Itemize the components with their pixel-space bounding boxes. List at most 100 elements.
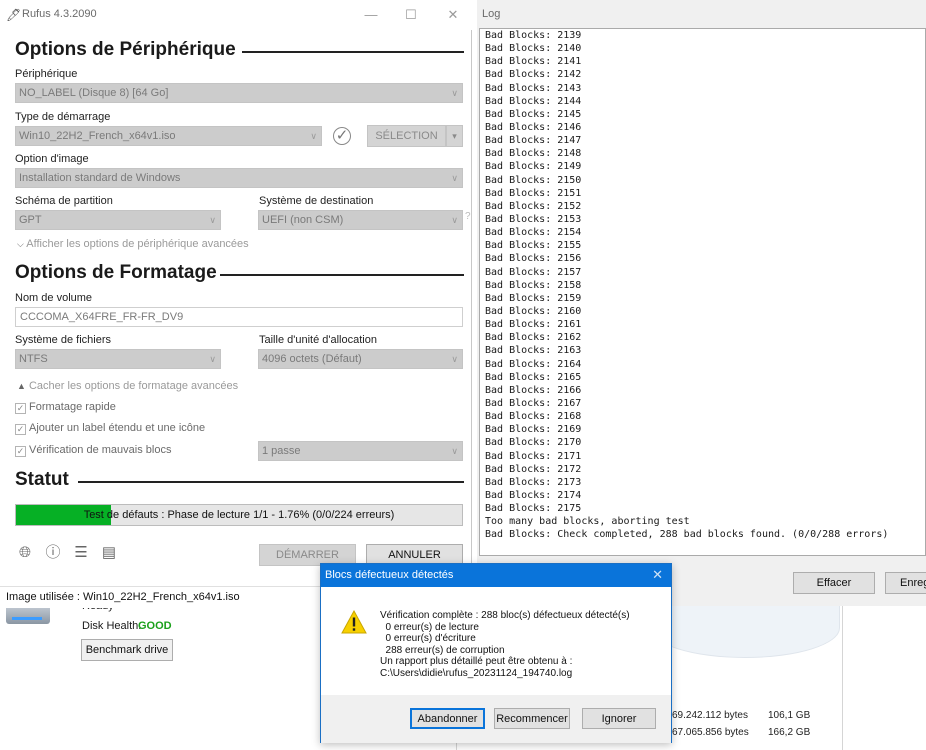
- target-system-select[interactable]: UEFI (non CSM) ∨: [258, 210, 463, 230]
- dialog-titlebar: Blocs défectueux détectés ✕: [321, 564, 671, 587]
- usb-key-icon: 🖊: [6, 8, 22, 22]
- passes-select[interactable]: 1 passe ∨: [258, 441, 463, 461]
- quick-format-label: Formatage rapide: [29, 401, 116, 413]
- boot-type-label: Type de démarrage: [15, 111, 111, 123]
- status-bar-text: Image utilisée : Win10_22H2_French_x64v1…: [6, 591, 240, 603]
- advanced-device-toggle[interactable]: ⌵ Afficher les options de périphérique a…: [17, 238, 249, 250]
- partition-scheme-label: Schéma de partition: [15, 195, 113, 207]
- log-textarea[interactable]: Bad Blocks: 2139 Bad Blocks: 2140 Bad Bloc…: [479, 28, 926, 556]
- log-line: Bad Blocks: 2147: [485, 135, 582, 147]
- log-line: Bad Blocks: Check completed, 288 bad blo…: [485, 529, 889, 541]
- dialog-message: Vérification complète : 288 bloc(s) défe…: [380, 610, 630, 679]
- extended-label-label: Ajouter un label étendu et une icône: [29, 422, 206, 434]
- panel-divider: [842, 590, 843, 750]
- log-line: Bad Blocks: 2143: [485, 82, 582, 94]
- partition-scheme-value: GPT: [19, 214, 42, 226]
- log-window: Log Bad Blocks: 2139 Bad Blocks: 2140 Bad …: [477, 0, 926, 606]
- size-value: 166,2 GB: [768, 727, 811, 738]
- log-line: Bad Blocks: 2173: [485, 476, 582, 488]
- boot-type-value: Win10_22H2_French_x64v1.iso: [19, 130, 176, 142]
- log-line: Bad Blocks: 2156: [485, 253, 582, 265]
- log-line: Bad Blocks: 2159: [485, 292, 582, 304]
- bad-blocks-dialog: Blocs défectueux détectés ✕ Vérification…: [320, 563, 672, 743]
- window-title: Rufus 4.3.2090: [22, 8, 97, 20]
- chevron-down-icon: ∨: [310, 131, 317, 141]
- log-line: Bad Blocks: 2174: [485, 489, 582, 501]
- select-dropdown-button[interactable]: ▾: [446, 125, 463, 147]
- device-select-value: NO_LABEL (Disque 8) [64 Go]: [19, 87, 169, 99]
- checkbox-check-icon: ✓: [15, 446, 26, 457]
- log-icon[interactable]: ▤: [100, 544, 118, 562]
- advanced-device-toggle-label: Afficher les options de périphérique ava…: [26, 238, 249, 250]
- bad-blocks-checkbox[interactable]: ✓ Vérification de mauvais blocs: [15, 444, 171, 457]
- chevron-down-icon: ▾: [452, 131, 457, 141]
- log-line: Bad Blocks: 2162: [485, 332, 582, 344]
- log-line: Bad Blocks: 2139: [485, 30, 582, 41]
- minimize-icon[interactable]: —: [358, 4, 384, 26]
- log-line: Bad Blocks: 2157: [485, 266, 582, 278]
- checksum-circle-icon: [333, 127, 351, 145]
- clear-log-button[interactable]: Effacer: [793, 572, 875, 594]
- abort-button[interactable]: Abandonner: [410, 708, 485, 729]
- log-line: Bad Blocks: 2160: [485, 305, 582, 317]
- close-icon[interactable]: ✕: [652, 567, 663, 583]
- target-system-label: Système de destination: [259, 195, 374, 207]
- save-log-button[interactable]: Enregistrer: [885, 572, 926, 594]
- status-heading: Statut: [15, 469, 69, 490]
- file-system-value: NTFS: [19, 353, 48, 365]
- log-line: Bad Blocks: 2142: [485, 69, 582, 81]
- benchmark-drive-button[interactable]: Benchmark drive: [81, 639, 173, 661]
- advanced-format-toggle[interactable]: ▲ Cacher les options de formatage avancé…: [17, 380, 238, 392]
- close-icon[interactable]: ✕: [440, 4, 466, 26]
- log-line: Bad Blocks: 2144: [485, 95, 582, 107]
- disk-usage-pie: [650, 598, 840, 658]
- settings-sliders-icon[interactable]: ☰: [72, 544, 90, 562]
- file-system-label: Système de fichiers: [15, 334, 111, 346]
- log-content: Bad Blocks: 2139 Bad Blocks: 2140 Bad Bloc…: [485, 29, 888, 541]
- boot-type-select[interactable]: Win10_22H2_French_x64v1.iso ∨: [15, 126, 322, 146]
- extended-label-checkbox[interactable]: ✓ Ajouter un label étendu et une icône: [15, 422, 205, 435]
- partition-scheme-select[interactable]: GPT ∨: [15, 210, 221, 230]
- info-icon[interactable]: ⓘ: [44, 544, 62, 562]
- select-image-button[interactable]: SÉLECTION: [367, 125, 446, 147]
- bad-blocks-label: Vérification de mauvais blocs: [29, 444, 172, 456]
- progress-bar: Test de défauts : Phase de lecture 1/1 -…: [15, 504, 463, 526]
- log-line: Bad Blocks: 2154: [485, 227, 582, 239]
- target-system-value: UEFI (non CSM): [262, 214, 344, 226]
- log-line: Bad Blocks: 2146: [485, 121, 582, 133]
- log-line: Bad Blocks: 2168: [485, 411, 582, 423]
- log-line: Bad Blocks: 2169: [485, 424, 582, 436]
- help-icon[interactable]: ?: [465, 211, 471, 222]
- cluster-size-label: Taille d'unité d'allocation: [259, 334, 377, 346]
- cluster-size-select[interactable]: 4096 octets (Défaut) ∨: [258, 349, 463, 369]
- log-line: Bad Blocks: 2167: [485, 397, 582, 409]
- chevron-down-icon: ∨: [451, 88, 458, 98]
- image-option-select[interactable]: Installation standard de Windows ∨: [15, 168, 463, 188]
- warning-icon: [341, 610, 367, 634]
- image-option-label: Option d'image: [15, 153, 89, 165]
- checkbox-check-icon: ✓: [15, 403, 26, 414]
- log-line: Bad Blocks: 2170: [485, 437, 582, 449]
- log-line: Bad Blocks: 2155: [485, 240, 582, 252]
- advanced-format-toggle-label: Cacher les options de formatage avancées: [28, 380, 239, 392]
- section-divider: [220, 274, 464, 276]
- disk-health-label: Disk Health:: [82, 620, 142, 632]
- log-line: Too many bad blocks, aborting test: [485, 516, 690, 528]
- quick-format-checkbox[interactable]: ✓ Formatage rapide: [15, 401, 116, 414]
- volume-label-input[interactable]: CCCOMA_X64FRE_FR-FR_DV9: [15, 307, 463, 327]
- log-window-title: Log: [482, 8, 501, 20]
- device-select[interactable]: NO_LABEL (Disque 8) [64 Go] ∨: [15, 83, 463, 103]
- maximize-icon[interactable]: ☐: [398, 4, 424, 26]
- log-line: Bad Blocks: 2171: [485, 450, 582, 462]
- checkbox-check-icon: ✓: [15, 424, 26, 435]
- log-line: Bad Blocks: 2148: [485, 148, 582, 160]
- retry-button[interactable]: Recommencer: [494, 708, 570, 729]
- log-line: Bad Blocks: 2149: [485, 161, 582, 173]
- chevron-down-icon: ∨: [209, 354, 216, 364]
- dialog-footer: Abandonner Recommencer Ignorer: [321, 695, 671, 743]
- size-value: 106,1 GB: [768, 710, 811, 721]
- file-system-select[interactable]: NTFS ∨: [15, 349, 221, 369]
- rufus-titlebar: 🖊 Rufus 4.3.2090 — ☐ ✕: [0, 0, 472, 30]
- globe-icon[interactable]: 🌐︎: [16, 544, 34, 562]
- ignore-button[interactable]: Ignorer: [582, 708, 656, 729]
